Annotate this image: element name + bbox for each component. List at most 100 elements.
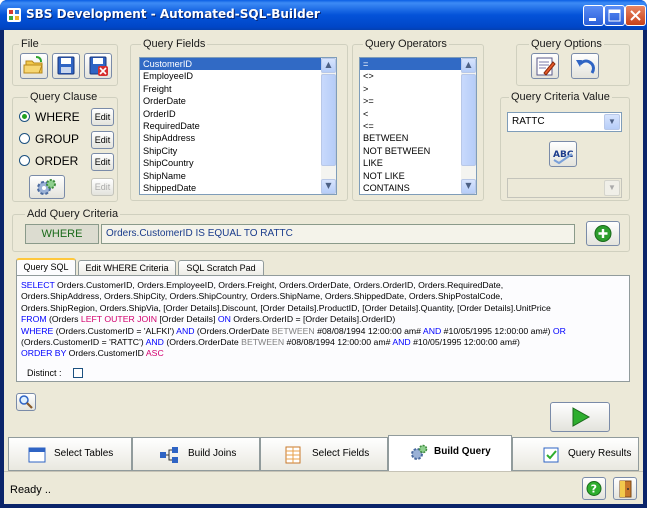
group-radio-dot: [19, 133, 30, 144]
sql-keyword: BETWEEN: [241, 337, 285, 348]
where-radio-dot: [19, 111, 30, 122]
sql-fragment: (Orders.CustomerID = 'ALFKI'): [53, 325, 177, 336]
sql-fragment: Orders.CustomerID: [66, 348, 146, 359]
exit-button[interactable]: [613, 477, 637, 500]
query-operator-item[interactable]: BETWEEN: [360, 132, 476, 144]
query-field-item[interactable]: EmployeeID: [140, 70, 336, 82]
dropdown-arrow-icon[interactable]: ▼: [604, 114, 620, 130]
tab-build-query-label: Build Query: [434, 446, 491, 457]
build-clause-button[interactable]: [29, 175, 65, 199]
query-field-item[interactable]: ShipAddress: [140, 132, 336, 144]
sql-line: (Orders.CustomerID = 'RATTC') AND (Order…: [21, 337, 625, 348]
scroll-down-arrow-icon[interactable]: ▼: [321, 179, 336, 194]
sql-fragment: (Orders: [46, 314, 81, 325]
save-file-button[interactable]: [52, 53, 80, 79]
scroll-thumb[interactable]: [461, 74, 476, 166]
criteria-text-field[interactable]: Orders.CustomerID IS EQUAL TO RATTC: [101, 224, 575, 244]
title-bar[interactable]: SBS Development - Automated-SQL-Builder: [0, 0, 647, 30]
order-radio[interactable]: ORDER: [19, 154, 78, 170]
query-field-item[interactable]: OrderDate: [140, 95, 336, 107]
query-operator-item[interactable]: CONTAINS: [360, 182, 476, 194]
query-field-item[interactable]: Freight: [140, 83, 336, 95]
run-query-button[interactable]: [550, 402, 610, 432]
query-field-item[interactable]: ShipCity: [140, 145, 336, 157]
sql-fragment: #10/05/1995 12:00:00 am#): [441, 325, 553, 336]
sql-text[interactable]: SELECT Orders.CustomerID, Orders.Employe…: [21, 280, 625, 360]
query-field-item[interactable]: ShippedDate: [140, 182, 336, 194]
criteria-value-text: RATTC: [512, 116, 545, 127]
query-fields-list[interactable]: CustomerID EmployeeID Freight OrderDate Orde…: [139, 57, 337, 195]
add-query-criteria-group: Add Query Criteria WHERE Orders.Customer…: [12, 208, 630, 252]
status-text: Ready ..: [10, 484, 51, 496]
query-fields-scrollbar[interactable]: ▲ ▼: [321, 58, 336, 194]
criteria-value-combo[interactable]: RATTC ▼: [507, 112, 622, 132]
close-button[interactable]: [625, 5, 646, 26]
order-radio-label: ORDER: [35, 154, 79, 168]
zoom-sql-button[interactable]: [16, 393, 36, 411]
query-operator-item[interactable]: <>: [360, 70, 476, 82]
group-radio[interactable]: GROUP: [19, 132, 79, 148]
sql-keyword: ORDER BY: [21, 348, 67, 359]
criteria-second-value-combo[interactable]: ▼: [507, 178, 622, 198]
query-operator-item[interactable]: =: [360, 58, 476, 71]
query-operator-item[interactable]: NOT BETWEEN: [360, 145, 476, 157]
tab-build-joins[interactable]: Build Joins: [132, 437, 260, 471]
tab-query-results[interactable]: Query Results: [512, 437, 639, 471]
sql-keyword: WHERE: [21, 325, 54, 336]
scroll-up-arrow-icon[interactable]: ▲: [321, 58, 336, 73]
extra-edit-button[interactable]: Edit: [91, 178, 114, 196]
tab-query-sql[interactable]: Query SQL: [16, 258, 76, 276]
scroll-down-arrow-icon[interactable]: ▼: [461, 179, 476, 194]
query-options-undo-button[interactable]: [571, 53, 599, 79]
order-radio-dot: [19, 155, 30, 166]
query-field-item[interactable]: RequiredDate: [140, 120, 336, 132]
query-operators-list[interactable]: = <> > >= < <= BETWEEN NOT BETWEEN LIKE NOT LIKE C…: [359, 57, 477, 195]
tab-sql-scratch-pad[interactable]: SQL Scratch Pad: [178, 260, 264, 276]
spell-check-button[interactable]: ABC: [549, 141, 577, 167]
app-window: SBS Development - Automated-SQL-Builder …: [0, 0, 647, 508]
query-field-item[interactable]: CustomerID: [140, 58, 336, 71]
query-operators-scrollbar[interactable]: ▲ ▼: [461, 58, 476, 194]
sql-line: Orders.ShipAddress, Orders.ShipCity, Ord…: [21, 291, 625, 302]
query-options-edit-button[interactable]: [531, 53, 559, 79]
open-file-button[interactable]: [20, 53, 48, 79]
criteria-clause-label: WHERE: [25, 224, 99, 244]
tab-select-tables-label: Select Tables: [54, 448, 114, 459]
maximize-button[interactable]: [604, 5, 625, 26]
query-operator-item[interactable]: NOT LIKE: [360, 170, 476, 182]
minimize-button[interactable]: [583, 5, 604, 26]
sql-line: FROM (Orders LEFT OUTER JOIN [Order Deta…: [21, 314, 625, 325]
sql-fragment: Orders.ShipAddress, Orders.ShipCity, Ord…: [21, 291, 503, 302]
query-field-item[interactable]: ShipCountry: [140, 157, 336, 169]
tab-select-tables[interactable]: Select Tables: [8, 437, 132, 471]
group-edit-button[interactable]: Edit: [91, 131, 114, 149]
query-criteria-value-legend: Query Criteria Value: [509, 91, 612, 103]
order-edit-button[interactable]: Edit: [91, 153, 114, 171]
disk-delete-icon: [89, 56, 108, 76]
query-operator-item[interactable]: <: [360, 108, 476, 120]
scroll-thumb[interactable]: [321, 74, 336, 166]
tab-select-fields[interactable]: Select Fields: [260, 437, 388, 471]
distinct-checkbox[interactable]: [73, 368, 83, 378]
query-operator-item[interactable]: >=: [360, 95, 476, 107]
query-operator-item[interactable]: <=: [360, 120, 476, 132]
query-fields-items: CustomerID EmployeeID Freight OrderDate Orde…: [140, 58, 336, 194]
magnifier-icon: [19, 395, 33, 409]
query-options-group: Query Options: [516, 38, 630, 86]
query-operator-item[interactable]: LIKE: [360, 157, 476, 169]
where-radio[interactable]: WHERE: [19, 110, 80, 126]
query-field-item[interactable]: OrderID: [140, 108, 336, 120]
delete-file-button[interactable]: [84, 53, 112, 79]
query-field-item[interactable]: ShipName: [140, 170, 336, 182]
scroll-up-arrow-icon[interactable]: ▲: [461, 58, 476, 73]
query-operator-item[interactable]: >: [360, 83, 476, 95]
where-edit-button[interactable]: Edit: [91, 108, 114, 126]
query-options-legend: Query Options: [529, 38, 604, 50]
query-operators-items: = <> > >= < <= BETWEEN NOT BETWEEN LIKE NOT LIKE C…: [360, 58, 476, 194]
dropdown-arrow-icon[interactable]: ▼: [604, 180, 620, 196]
query-fields-legend: Query Fields: [141, 38, 208, 50]
help-button[interactable]: ?: [582, 477, 606, 500]
add-criteria-button[interactable]: [586, 221, 620, 246]
tab-edit-where-criteria[interactable]: Edit WHERE Criteria: [78, 260, 176, 276]
tab-build-query[interactable]: Build Query: [388, 435, 512, 471]
